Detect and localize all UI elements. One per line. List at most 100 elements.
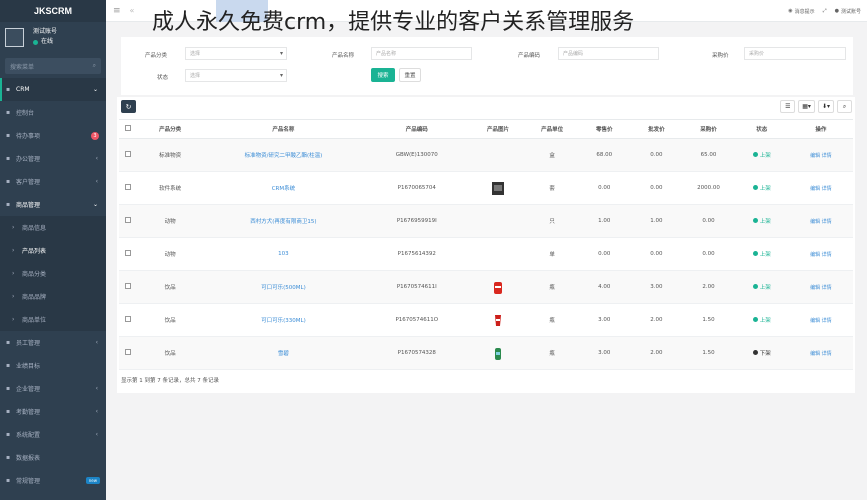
user-profile[interactable]: 测试账号 在线 (0, 22, 106, 52)
row-checkbox[interactable] (125, 217, 132, 223)
product-image[interactable] (469, 237, 527, 271)
fullscreen-button[interactable]: ⤢ (823, 8, 827, 14)
table-row[interactable]: 饮品 可口可乐(330ML) P1670574611O 瓶 3.00 2.00 1.50 上架… (119, 303, 853, 337)
message-notice[interactable]: ◉ 消息提示 (788, 8, 814, 15)
category-select[interactable]: 选择 (185, 47, 287, 60)
menu-toggle-icon[interactable]: ≡ (113, 6, 121, 16)
table-row[interactable]: 饮品 雪碧 P1670574328 瓶 3.00 2.00 1.50 下架 编辑 详情 (119, 336, 853, 370)
column-header[interactable]: 产品名称 (203, 119, 364, 139)
code-input[interactable]: 产品编码 (558, 47, 659, 60)
sidebar-item[interactable]: › 商品品牌 (0, 285, 106, 308)
table-row[interactable]: 饮品 可口可乐(500ML) P1670574611I 瓶 4.00 3.00 2.00 上架… (119, 270, 853, 304)
row-checkbox[interactable] (125, 184, 132, 190)
sidebar-item[interactable]: ▪ 常规管理 new (0, 469, 106, 492)
toggle-view-button[interactable]: ☰ (780, 100, 796, 113)
reset-button[interactable]: 重置 (399, 68, 421, 82)
cell-unit: 瓶 (526, 336, 579, 370)
column-header[interactable]: 产品单位 (526, 119, 579, 139)
search-form: 产品分类 选择 产品名称 产品名称 产品编码 产品编码 采购价 采购价 状态 选… (121, 37, 853, 95)
column-header[interactable]: 零售价 (578, 119, 631, 139)
sidebar-item-label: CRM (16, 86, 30, 93)
cell-wholesale: 3.00 (630, 270, 683, 304)
product-image[interactable] (469, 303, 527, 337)
sidebar-item-label: 考勤管理 (16, 409, 41, 416)
user-menu[interactable]: ● 测试账号 (835, 8, 861, 15)
product-image[interactable] (469, 138, 527, 172)
product-name-link[interactable]: 雪碧 (278, 351, 289, 357)
product-image[interactable] (469, 171, 527, 205)
sidebar-item[interactable]: › 商品信息 (0, 216, 106, 239)
column-header[interactable]: 状态 (734, 119, 789, 139)
row-actions[interactable]: 编辑 详情 (810, 186, 832, 192)
cell-purchase: 1.50 (682, 336, 735, 370)
table-row[interactable]: 动物 103 P1675614392 单 0.00 0.00 0.00 上架 编辑 详情 (119, 237, 853, 271)
sidebar-item[interactable]: › 产品列表 (0, 239, 106, 262)
sidebar-item-label: 商品信息 (22, 225, 47, 232)
status-select[interactable]: 选择 (185, 69, 287, 82)
name-input[interactable]: 产品名称 (371, 47, 472, 60)
row-checkbox[interactable] (125, 283, 132, 289)
product-name-link[interactable]: 103 (278, 251, 289, 257)
table-row[interactable]: 标准物资 标准物资/研究二甲酸乙酯(柱温) GBW(E)130070 盒 68.00 0.… (119, 138, 853, 172)
row-checkbox[interactable] (125, 349, 132, 355)
sidebar-item[interactable]: ▪ 员工管理 ‹ (0, 331, 106, 354)
sidebar-item[interactable]: ▪ 业绩目标 (0, 354, 106, 377)
price-label: 采购价 (712, 53, 729, 59)
sidebar-item[interactable]: ▪ 客户管理 ‹ (0, 170, 106, 193)
sidebar-item[interactable]: › 商品分类 (0, 262, 106, 285)
tab-scroll-left-icon[interactable]: « (130, 6, 135, 15)
row-checkbox[interactable] (125, 151, 132, 157)
product-name-link[interactable]: 西村方犬(再度有限商卫15) (250, 219, 316, 225)
row-actions[interactable]: 编辑 详情 (810, 153, 832, 159)
status-dot-icon (752, 317, 758, 323)
row-checkbox[interactable] (125, 316, 132, 322)
select-all-checkbox[interactable] (125, 125, 132, 131)
search-button[interactable]: 搜索 (371, 68, 395, 82)
row-actions[interactable]: 编辑 详情 (810, 351, 832, 357)
price-input[interactable]: 采购价 (744, 47, 846, 60)
product-image[interactable] (469, 270, 527, 304)
sidebar-item[interactable]: › 商品单位 (0, 308, 106, 331)
row-checkbox[interactable] (125, 250, 132, 256)
sidebar-item[interactable]: ▪ 数据报表 (0, 446, 106, 469)
refresh-button[interactable]: ↻ (121, 100, 136, 113)
avatar[interactable] (5, 27, 24, 47)
product-name-link[interactable]: 可口可乐(500ML) (261, 285, 306, 291)
cell-wholesale: 0.00 (630, 171, 683, 205)
cell-code: P1670065704 (363, 171, 470, 205)
table-row[interactable]: 软件系统 CRM系统 P1670065704 套 0.00 0.00 2000.00 上架 编辑… (119, 171, 853, 205)
sidebar-item[interactable]: ▪ 控制台 (0, 101, 106, 124)
sidebar-item[interactable]: ▪ 考勤管理 ‹ (0, 400, 106, 423)
column-header[interactable]: 产品图片 (469, 119, 527, 139)
column-header[interactable]: 操作 (788, 119, 853, 139)
table-row[interactable]: 动物 西村方犬(再度有限商卫15) P1676959919I 只 1.00 1.00 0.0… (119, 204, 853, 238)
sidebar-item[interactable]: ▪ CRM ⌄ (0, 78, 106, 101)
product-image[interactable] (469, 336, 527, 370)
sidebar-search-input[interactable]: 搜索菜单 ⌕ (5, 58, 101, 74)
column-header[interactable]: 产品分类 (137, 119, 204, 139)
cell-purchase: 2000.00 (682, 171, 735, 205)
export-button[interactable]: ⬇▾ (817, 100, 834, 113)
column-header[interactable]: 采购价 (682, 119, 735, 139)
product-image[interactable] (469, 204, 527, 238)
row-actions[interactable]: 编辑 详情 (810, 318, 832, 324)
column-header[interactable]: 产品编码 (363, 119, 470, 139)
chevron-left-icon: ‹ (95, 431, 98, 438)
row-actions[interactable]: 编辑 详情 (810, 252, 832, 258)
sidebar-item[interactable]: ▪ 办公管理 ‹ (0, 147, 106, 170)
status-dot-icon (752, 284, 758, 290)
column-header[interactable]: 批发价 (630, 119, 683, 139)
row-actions[interactable]: 编辑 详情 (810, 219, 832, 225)
product-name-link[interactable]: 可口可乐(330ML) (261, 318, 306, 324)
product-name-link[interactable]: CRM系统 (272, 186, 295, 192)
sidebar-item[interactable]: ▪ 系统配置 ‹ (0, 423, 106, 446)
columns-button[interactable]: ▦▾ (798, 100, 815, 113)
cell-code: P1670574611I (363, 270, 470, 304)
search-icon[interactable]: ⌕ (93, 62, 96, 70)
sidebar-item[interactable]: ▪ 待办事项 3 (0, 124, 106, 147)
product-name-link[interactable]: 标准物资/研究二甲酸乙酯(柱温) (245, 153, 323, 159)
sidebar-item[interactable]: ▪ 商品管理 ⌄ (0, 193, 106, 216)
sidebar-item[interactable]: ▪ 企业管理 ‹ (0, 377, 106, 400)
search-toggle-button[interactable]: ⌕ (837, 100, 852, 113)
row-actions[interactable]: 编辑 详情 (810, 285, 832, 291)
